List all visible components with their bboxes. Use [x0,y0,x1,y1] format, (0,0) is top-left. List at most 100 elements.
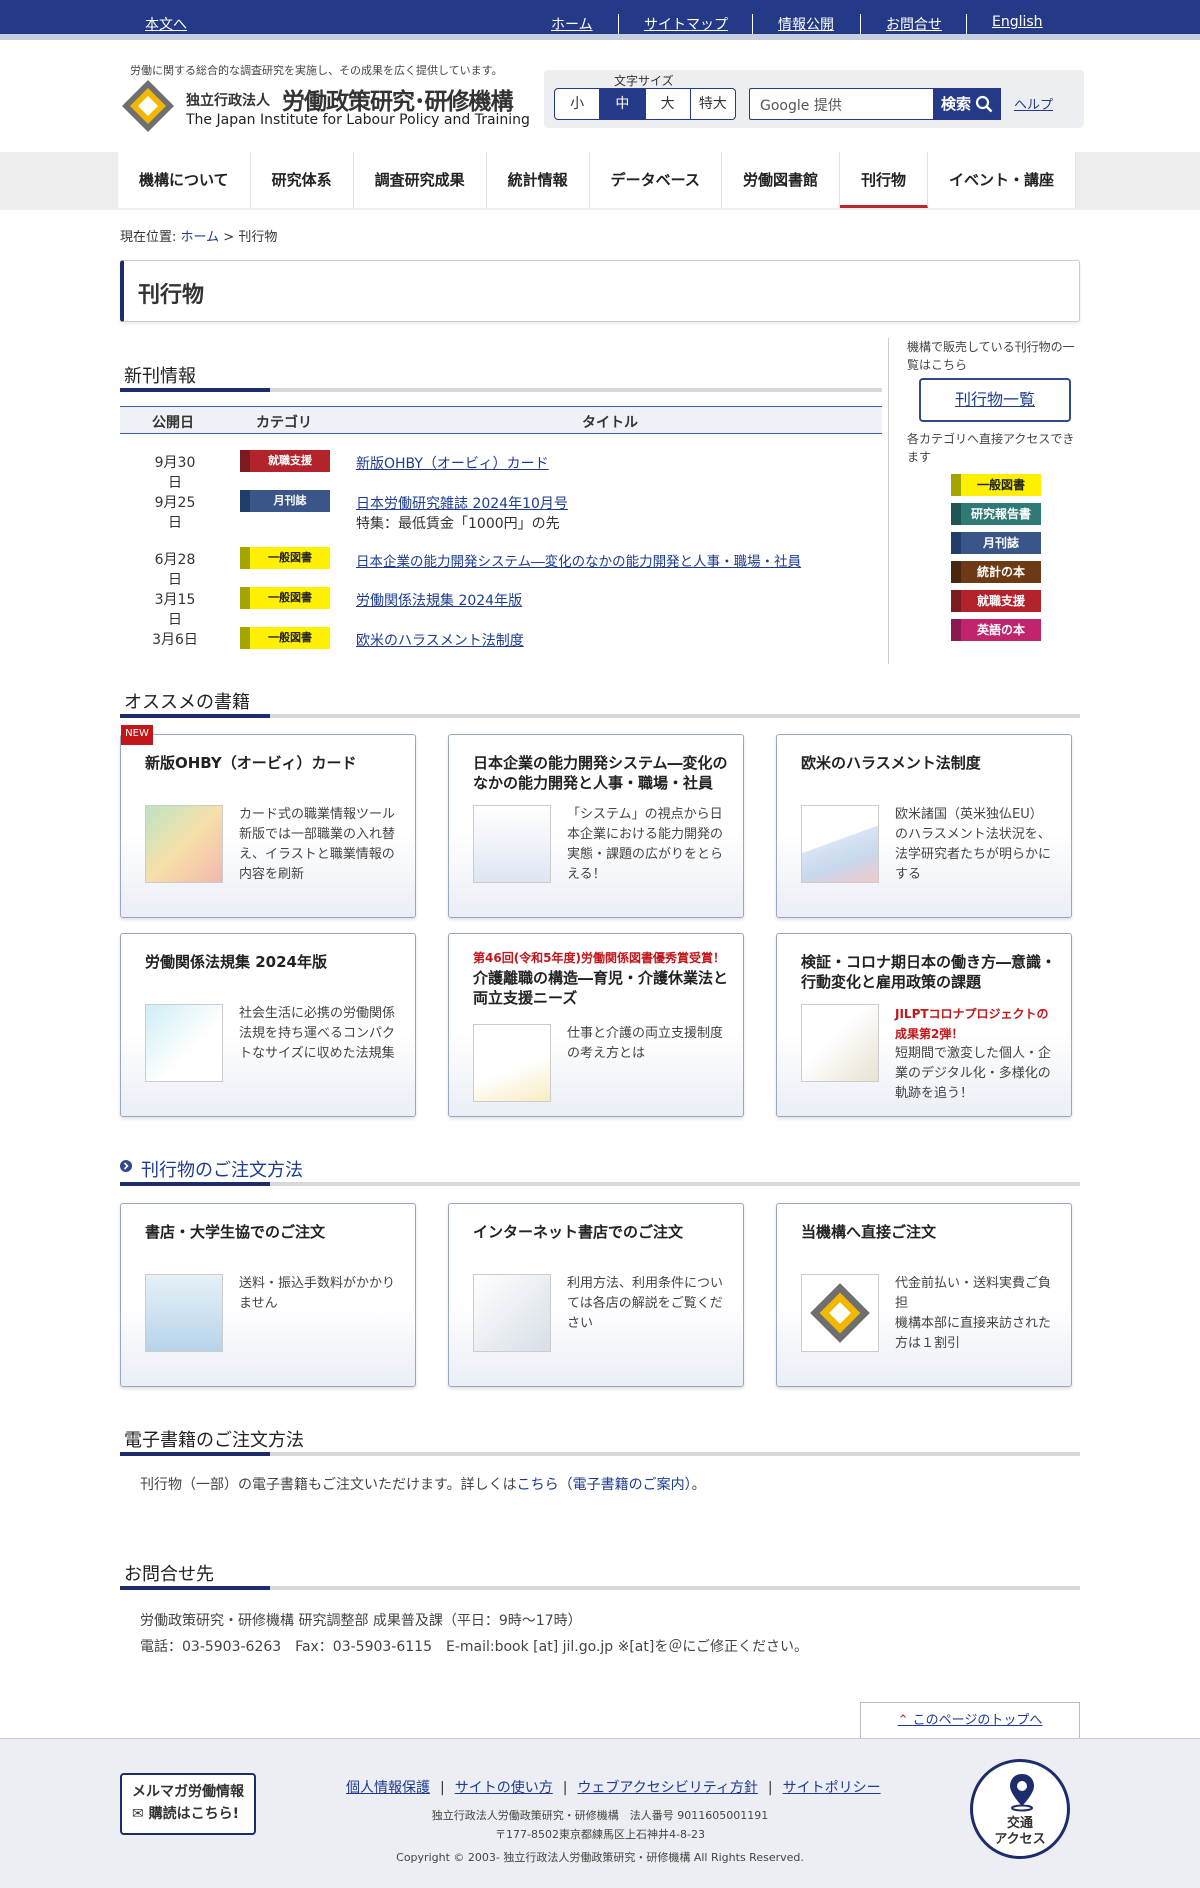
category-link-monthly[interactable]: 月刊誌 [951,532,1041,554]
breadcrumb: 現在位置: ホーム > 刊行物 [120,226,277,245]
row-title-link[interactable]: 新版OHBY（オービィ）カード [356,453,549,473]
fontsize-medium-button[interactable]: 中 [600,89,646,119]
org-name[interactable]: 労働政策研究･研修機構 [282,82,513,116]
page-top-link[interactable]: ⌃ このページのトップへ [860,1702,1080,1738]
book-description: 仕事と介護の両立支援制度の考え方とは [567,1026,724,1061]
row-subtitle: 特集：最低賃金「1000円」の先 [356,516,560,532]
category-badge[interactable]: 一般図書 [240,587,330,609]
ebook-guide-link[interactable]: こちら（電子書籍のご案内） [517,1477,692,1493]
map-pin-icon [1010,1774,1034,1812]
nav-statistics[interactable]: 統計情報 [487,152,590,208]
nav-library[interactable]: 労働図書館 [722,152,840,208]
tagline: 労働に関する総合的な調査研究を実施し、その成果を広く提供しています。 [130,64,503,77]
skip-to-content-link[interactable]: 本文へ [145,14,187,34]
footer-link-privacy[interactable]: 個人情報保護 [346,1780,430,1796]
order-card-internet[interactable]: インターネット書店でのご注文 利用方法、利用条件については各店の解説をご覧くださ… [448,1203,744,1387]
row-title-link[interactable]: 日本労働研究雑誌 2024年10月号 [356,493,568,513]
nav-research-results[interactable]: 調査研究成果 [354,152,487,208]
sidebar-text: 各カテゴリへ直接アクセスできます [907,432,1075,464]
order-heading[interactable]: 刊行物のご注文方法 [141,1156,303,1182]
row-title-link[interactable]: 労働関係法規集 2024年版 [356,590,522,610]
row-title-link[interactable]: 欧米のハラスメント法制度 [356,630,524,650]
chevron-up-icon: ⌃ [897,1713,913,1728]
category-badge[interactable]: 就職支援 [240,450,330,472]
tablet-photo [473,1274,551,1352]
nav-publications[interactable]: 刊行物 [839,152,929,208]
book-description: 欧米諸国（英米独仏EU）のハラスメント法状況を、法学研究者たちが明らかにする [895,807,1052,882]
new-info-heading: 新刊情報 [124,366,196,387]
fontsize-large-button[interactable]: 大 [646,89,691,119]
category-link-statistics[interactable]: 統計の本 [951,561,1041,583]
divider [618,14,619,34]
nav-events[interactable]: イベント・講座 [928,152,1077,208]
category-link-job-support[interactable]: 就職支援 [951,590,1041,612]
help-link[interactable]: ヘルプ [1014,94,1053,113]
sitemap-link[interactable]: サイトマップ [644,14,728,34]
book-card[interactable]: 第46回(令和5年度)労働関係図書優秀賞受賞！ 介護離職の構造―育児・介護休業法… [448,933,744,1117]
fontsize-xlarge-button[interactable]: 特大 [691,89,735,119]
col-date: 公開日 [152,415,194,431]
jilpt-logo-icon[interactable] [120,78,176,134]
category-badge[interactable]: 一般図書 [240,547,330,569]
category-link-reports[interactable]: 研究報告書 [951,503,1041,525]
book-card[interactable]: 日本企業の能力開発システム―変化のなかの能力開発と人事・職場・社員 「システム」… [448,734,744,918]
ebook-heading: 電子書籍のご注文方法 [124,1430,304,1451]
footer-link-usage[interactable]: サイトの使い方 [455,1780,553,1796]
page-top-label: このページのトップへ [912,1713,1043,1728]
book-card[interactable]: NEW 新版OHBY（オービィ）カード カード式の職業情報ツール 新版では一部職… [120,725,416,918]
access-button[interactable]: 交通 アクセス [970,1759,1070,1859]
category-badge[interactable]: 月刊誌 [240,490,330,512]
breadcrumb-prefix: 現在位置: [120,230,177,245]
category-link-general[interactable]: 一般図書 [951,474,1041,496]
book-card[interactable]: 欧米のハラスメント法制度 欧米諸国（英米独仏EU）のハラスメント法状況を、法学研… [776,734,1072,918]
access-label-1: 交通 [1006,1816,1033,1831]
jilpt-logo-image [801,1274,879,1352]
home-link[interactable]: ホーム [551,14,593,34]
bullet-arrow-icon [120,1160,132,1172]
nav-about[interactable]: 機構について [118,152,251,208]
nav-database[interactable]: データベース [590,152,722,208]
book-cover-image [473,1024,551,1102]
heading-underline [120,1586,1080,1590]
book-title: 欧米のハラスメント法制度 [801,754,981,772]
publication-sidebar: 機構で販売している刊行物の一覧はこちら 刊行物一覧 各カテゴリへ直接アクセスでき… [888,338,1080,664]
order-title: インターネット書店でのご注文 [473,1223,684,1241]
org-name-en: The Japan Institute for Labour Policy an… [186,112,530,128]
footer-link-accessibility[interactable]: ウェブアクセシビリティ方針 [577,1780,757,1796]
row-title-link[interactable]: 日本企業の能力開発システム―変化のなかの能力開発と人事・職場・社員 [356,550,801,570]
book-description-block: JILPTコロナプロジェクトの成果第2弾！ 短期間で激変した個人・企業のデジタル… [895,1004,1055,1104]
book-cover-image [145,1004,223,1082]
english-link[interactable]: English [992,14,1043,30]
col-title: タイトル [582,415,638,431]
divider [966,14,967,34]
book-title: 検証・コロナ期日本の働き方―意識・行動変化と雇用政策の課題 [801,953,1057,991]
row-date: 3月6日 [152,632,198,648]
ebook-body: 刊行物（一部）の電子書籍もご注文いただけます。詳しくは [140,1477,517,1493]
site-header: 労働に関する総合的な調査研究を実施し、その成果を広く提供しています。 独立行政法… [120,58,1084,138]
contact-link[interactable]: お問合せ [886,14,942,34]
heading-underline [120,1452,1080,1456]
book-title: 介護離職の構造―育児・介護休業法と両立支援ニーズ [473,969,729,1007]
order-card-bookstore[interactable]: 書店・大学生協でのご注文 送料・振込手数料がかかりません [120,1203,416,1387]
disclosure-link[interactable]: 情報公開 [778,14,834,34]
global-nav: 機構について 研究体系 調査研究成果 統計情報 データベース 労働図書館 刊行物… [0,152,1200,210]
search-input[interactable]: Google 提供 検索 [749,88,1001,120]
publication-list-button[interactable]: 刊行物一覧 [919,378,1071,422]
breadcrumb-home[interactable]: ホーム [181,230,220,245]
search-button-label: 検索 [941,95,972,113]
col-category: カテゴリ [256,415,312,431]
book-card[interactable]: 労働関係法規集 2024年版 社会生活に必携の労働関係法規を持ち運べるコンパクト… [120,933,416,1117]
search-button[interactable]: 検索 [933,88,1001,120]
ebook-text: 刊行物（一部）の電子書籍もご注文いただけます。詳しくはこちら（電子書籍のご案内）… [140,1474,706,1494]
nav-research-system[interactable]: 研究体系 [251,152,354,208]
category-badge[interactable]: 一般図書 [240,627,330,649]
order-card-direct[interactable]: 当機構へ直接ご注文 代金前払い・送料実費ご負担 機構本部に直接来訪された方は１割… [776,1203,1072,1387]
book-card[interactable]: 検証・コロナ期日本の働き方―意識・行動変化と雇用政策の課題 JILPTコロナプロ… [776,933,1072,1117]
recommend-heading: オススメの書籍 [124,692,250,713]
footer-link-policy[interactable]: サイトポリシー [783,1780,881,1796]
order-description: 利用方法、利用条件については各店の解説をご覧ください [567,1276,724,1331]
category-link-english[interactable]: 英語の本 [951,619,1041,641]
org-type: 独立行政法人 [186,93,270,109]
fontsize-small-button[interactable]: 小 [555,89,601,119]
row-date: 9月25日 [154,495,196,531]
